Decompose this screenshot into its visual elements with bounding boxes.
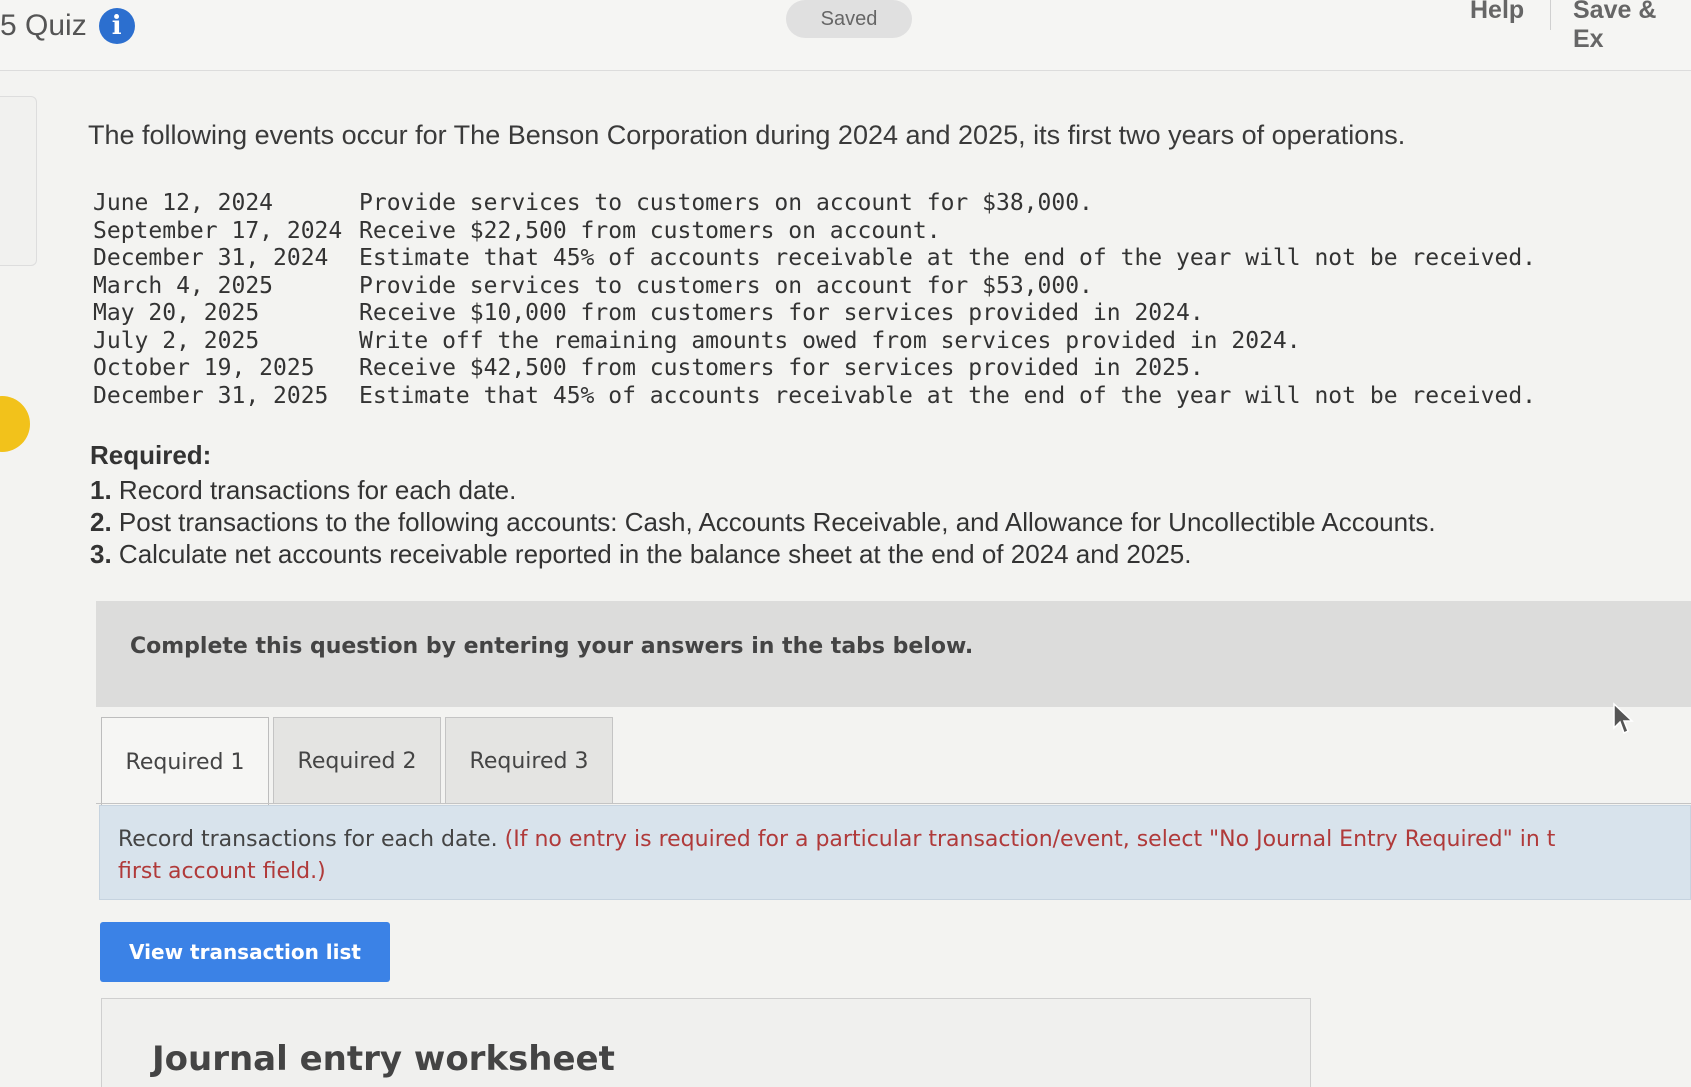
instruction-main: Record transactions for each date. (118, 827, 498, 852)
event-row: October 19, 2025 Receive $42,500 from cus… (93, 355, 1536, 383)
events-list: June 12, 2024 Provide services to custome… (93, 190, 1536, 410)
instruction-box: Record transactions for each date. (If n… (99, 805, 1691, 900)
saved-status: Saved (786, 0, 912, 38)
top-bar: 5 Quiz i Saved Help Save & Ex (0, 0, 1691, 71)
tabs-divider (96, 803, 1691, 804)
required-number: 2. (90, 507, 112, 537)
event-date: July 2, 2025 (93, 327, 260, 354)
required-text: Calculate net accounts receivable report… (118, 539, 1192, 569)
event-row: July 2, 2025 Write off the remaining amou… (93, 328, 1536, 356)
event-date: December 31, 2025 (93, 382, 329, 409)
journal-entry-worksheet: Journal entry worksheet (101, 998, 1311, 1087)
event-date: September 17, 2024 (93, 217, 343, 244)
event-text: Estimate that 45% of accounts receivable… (359, 245, 1537, 271)
required-heading: Required: (90, 440, 212, 470)
tab-required-3[interactable]: Required 3 (445, 717, 613, 804)
event-row: March 4, 2025 Provide services to custome… (93, 273, 1536, 301)
worksheet-title: Journal entry worksheet (152, 1039, 615, 1079)
event-text: Receive $22,500 from customers on accoun… (359, 217, 941, 244)
required-item: 2. Post transactions to the following ac… (90, 506, 1436, 538)
save-exit-button[interactable]: Save & Ex (1573, 0, 1691, 54)
view-transaction-list-button[interactable]: View transaction list (100, 922, 390, 982)
quiz-label: 5 Quiz (0, 9, 87, 42)
required-item: 3. Calculate net accounts receivable rep… (90, 538, 1436, 570)
event-row: June 12, 2024 Provide services to custome… (93, 190, 1536, 218)
event-row: December 31, 2024 Estimate that 45% of ac… (93, 245, 1536, 273)
event-date: October 19, 2025 (93, 355, 315, 381)
progress-indicator[interactable] (0, 396, 30, 452)
complete-banner: Complete this question by entering your … (96, 601, 1691, 707)
event-date: June 12, 2024 (93, 190, 274, 216)
event-text: Estimate that 45% of accounts receivable… (359, 382, 1537, 409)
instruction-note-cont: first account field.) (118, 859, 326, 884)
event-date: March 4, 2025 (93, 272, 274, 299)
event-date: December 31, 2024 (93, 245, 329, 271)
help-link[interactable]: Help (1470, 0, 1524, 25)
complete-banner-text: Complete this question by entering your … (130, 634, 974, 659)
required-text: Post transactions to the following accou… (118, 507, 1436, 537)
quiz-title: 5 Quiz i (0, 8, 135, 44)
top-divider (1550, 0, 1551, 30)
event-text: Provide services to customers on account… (359, 190, 1093, 216)
side-panel[interactable] (0, 96, 37, 266)
tab-required-2[interactable]: Required 2 (273, 717, 441, 804)
mouse-cursor-icon (1613, 702, 1634, 735)
question-intro: The following events occur for The Benso… (88, 120, 1406, 150)
required-number: 3. (90, 539, 112, 569)
required-section: Required: 1. Record transactions for eac… (90, 440, 1436, 570)
instruction-note: (If no entry is required for a particula… (504, 827, 1556, 852)
event-row: May 20, 2025 Receive $10,000 from custome… (93, 300, 1536, 328)
required-text: Record transactions for each date. (118, 475, 517, 505)
event-row: December 31, 2025 Estimate that 45% of ac… (93, 383, 1536, 411)
event-date: May 20, 2025 (93, 300, 260, 326)
event-text: Receive $42,500 from customers for servi… (359, 355, 1204, 381)
event-text: Provide services to customers on account… (359, 272, 1093, 299)
info-icon[interactable]: i (98, 8, 135, 44)
event-text: Receive $10,000 from customers for servi… (359, 300, 1204, 326)
required-number: 1. (90, 475, 112, 505)
event-text: Write off the remaining amounts owed fro… (359, 327, 1301, 354)
event-row: September 17, 2024 Receive $22,500 from c… (93, 218, 1536, 246)
required-item: 1. Record transactions for each date. (90, 474, 1436, 506)
tab-required-1[interactable]: Required 1 (101, 717, 269, 806)
